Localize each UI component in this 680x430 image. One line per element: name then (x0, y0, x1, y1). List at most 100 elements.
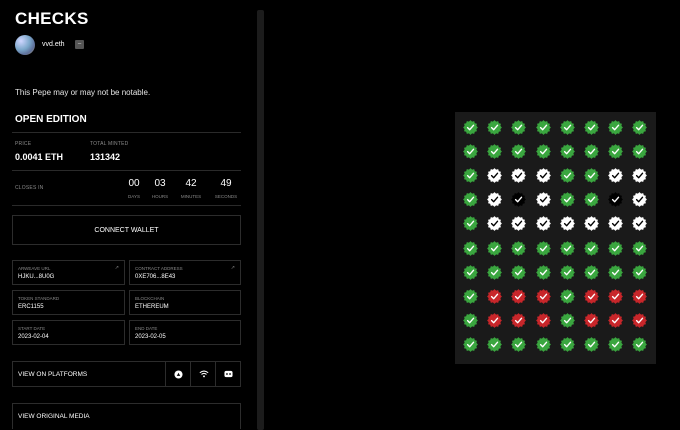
check-icon (632, 288, 648, 304)
check-icon (535, 312, 551, 328)
blockchain-value: ETHEREUM (135, 304, 169, 310)
check-icon (608, 216, 624, 232)
countdown-minutes: 42 (185, 178, 197, 189)
page-title: CHECKS (15, 9, 89, 28)
check-icon (463, 120, 478, 135)
check-icon (632, 312, 648, 328)
token-standard-label: TOKEN STANDARD (18, 296, 60, 301)
connect-wallet-button[interactable]: CONNECT WALLET (12, 215, 241, 245)
view-original-media-label: VIEW ORIGINAL MEDIA (18, 413, 90, 420)
check-icon (632, 144, 648, 159)
arweave-url-field[interactable]: ARWEAVE URL HJKU...8U0G ↗ (12, 260, 125, 285)
check-icon (584, 312, 599, 328)
check-icon (535, 288, 551, 304)
check-icon (511, 192, 527, 208)
check-icon (632, 120, 648, 135)
check-icon (463, 144, 478, 159)
price-label: PRICE (15, 141, 32, 147)
check-icon (511, 288, 527, 304)
check-icon (608, 288, 624, 304)
check-icon (559, 312, 575, 328)
check-icon (632, 192, 648, 208)
start-date-label: START DATE (18, 326, 46, 331)
check-icon (584, 240, 599, 256)
check-icon (584, 288, 599, 304)
countdown-minutes-label: MINUTES (180, 194, 202, 199)
check-icon (559, 192, 575, 208)
check-icon (632, 264, 648, 280)
check-icon (584, 192, 599, 208)
divider (12, 205, 241, 206)
check-icon (487, 312, 503, 328)
check-icon (463, 192, 478, 208)
check-icon (463, 336, 478, 352)
check-icon (559, 240, 575, 256)
check-icon (487, 216, 503, 232)
check-icon (511, 336, 527, 352)
check-icon (584, 336, 599, 352)
check-icon (608, 192, 624, 208)
check-icon (584, 168, 599, 184)
external-link-icon[interactable]: ↗ (115, 265, 119, 271)
rarible-icon[interactable] (190, 362, 216, 386)
check-icon (535, 240, 551, 256)
creator-badge[interactable]: – (75, 40, 84, 49)
check-icon (487, 192, 503, 208)
minted-value: 131342 (90, 152, 121, 162)
view-on-platforms-label: VIEW ON PLATFORMS (18, 371, 88, 378)
check-icon (584, 264, 599, 280)
contract-address-value: 0XE706...8E43 (135, 274, 176, 280)
checks-artwork (455, 112, 656, 364)
countdown-seconds: 49 (220, 178, 232, 189)
view-original-media-button[interactable]: VIEW ORIGINAL MEDIA (12, 403, 241, 429)
divider (12, 132, 241, 133)
check-icon (487, 168, 503, 184)
check-icon (632, 168, 648, 184)
creator-avatar[interactable] (15, 35, 35, 55)
contract-address-field[interactable]: CONTRACT ADDRESS 0XE706...8E43 ↗ (129, 260, 241, 285)
check-icon (487, 264, 503, 280)
check-icon (511, 144, 527, 159)
check-icon (463, 240, 478, 256)
check-icon (559, 144, 575, 159)
check-icon (463, 216, 478, 232)
check-icon (608, 168, 624, 184)
check-icon (511, 168, 527, 184)
check-icon (608, 120, 624, 135)
check-icon (584, 216, 599, 232)
check-icon (535, 192, 551, 208)
countdown-seconds-label: SECONDS (214, 194, 238, 199)
start-date-field: START DATE 2023-02-04 (12, 320, 125, 345)
check-icon (535, 120, 551, 135)
countdown-hours: 03 (154, 178, 166, 189)
check-icon (559, 264, 575, 280)
scrollbar[interactable] (257, 10, 264, 430)
token-standard-value: ERC1155 (18, 304, 44, 310)
check-icon (463, 168, 478, 184)
start-date-value: 2023-02-04 (18, 334, 49, 340)
creator-name[interactable]: vvd.eth (42, 41, 65, 48)
mint-panel: CHECKS vvd.eth – This Pepe may or may no… (0, 0, 252, 430)
view-on-platforms-row: VIEW ON PLATFORMS (12, 361, 241, 387)
opensea-icon[interactable] (165, 362, 191, 386)
check-icon (487, 240, 503, 256)
check-icon (511, 312, 527, 328)
looksrare-icon[interactable] (215, 362, 241, 386)
check-icon (535, 144, 551, 159)
minted-label: TOTAL MINTED (90, 141, 129, 147)
check-icon (632, 216, 648, 232)
arweave-url-value: HJKU...8U0G (18, 274, 55, 280)
arweave-url-label: ARWEAVE URL (18, 266, 51, 271)
check-icon (584, 120, 599, 135)
check-icon (608, 312, 624, 328)
check-icon (559, 288, 575, 304)
check-icon (608, 336, 624, 352)
check-icon (535, 216, 551, 232)
check-icon (487, 288, 503, 304)
price-value: 0.0041 ETH (15, 152, 64, 162)
external-link-icon[interactable]: ↗ (231, 265, 235, 271)
check-icon (559, 120, 575, 135)
check-icon (559, 168, 575, 184)
check-icon (608, 144, 624, 159)
connect-wallet-label: CONNECT WALLET (94, 226, 159, 234)
